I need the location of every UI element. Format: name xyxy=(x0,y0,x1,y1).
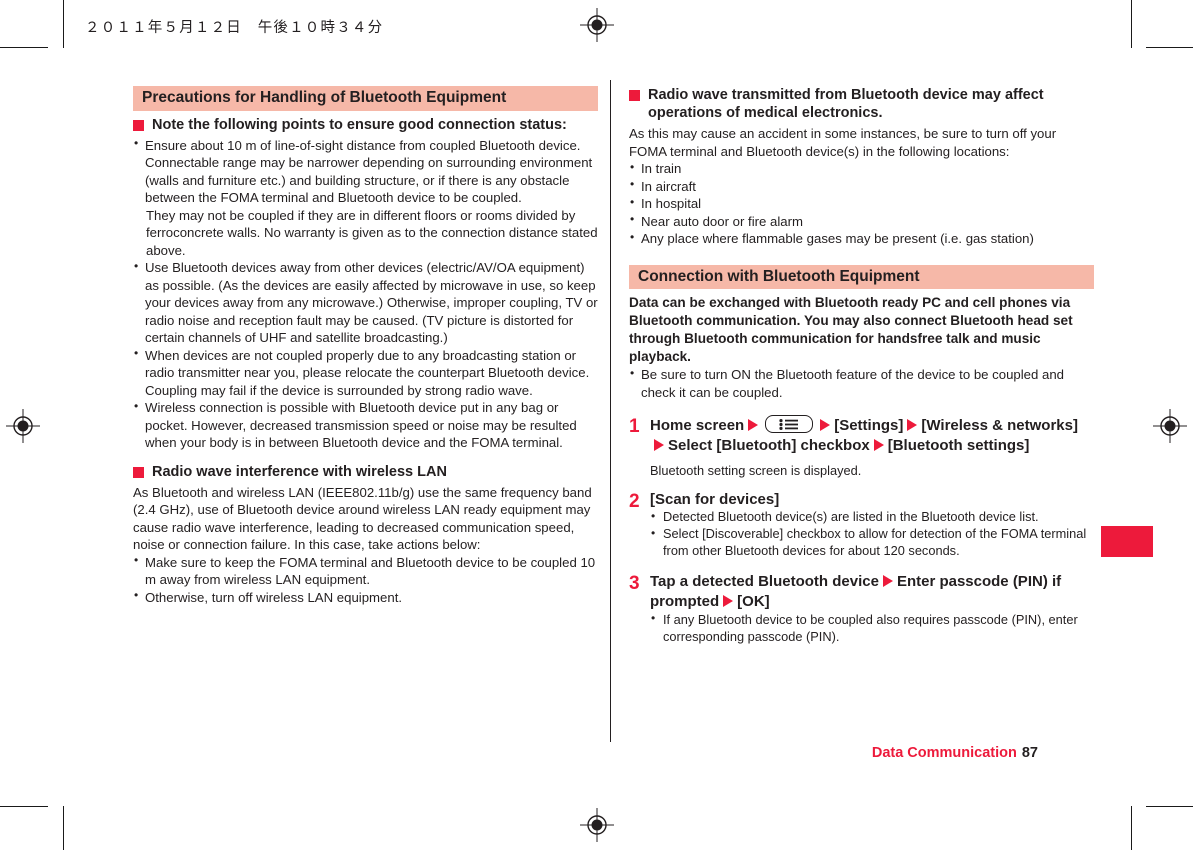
subheading-wireless-lan: Radio wave interference with wireless LA… xyxy=(133,463,598,481)
step-operation-settings: [Settings] xyxy=(834,417,904,435)
list-item: Near auto door or fire alarm xyxy=(629,212,1094,230)
step-operation-wireless-networks: [Wireless & networks] xyxy=(921,417,1078,435)
list-item: Wireless connection is possible with Blu… xyxy=(133,399,598,451)
step-note: Bluetooth setting screen is displayed. xyxy=(650,463,862,479)
right-column: Radio wave transmitted from Bluetooth de… xyxy=(629,86,1094,646)
list-item: Ensure about 10 m of line-of-sight dista… xyxy=(133,136,598,207)
footer-page-number: 87 xyxy=(1021,745,1038,761)
step-title: Home screen [Settings] [Wireless & network… xyxy=(650,415,1094,456)
arrow-icon xyxy=(873,439,884,452)
red-square-bullet-icon xyxy=(629,90,640,101)
step-operation-home-screen: Home screen xyxy=(650,417,745,435)
menu-key-icon xyxy=(765,415,814,434)
wlan-paragraph: As Bluetooth and wireless LAN (IEEE802.1… xyxy=(133,484,592,553)
step-operation-ok: [OK] xyxy=(737,593,770,611)
red-square-bullet-icon xyxy=(133,466,144,478)
step-number: 1 xyxy=(629,416,640,438)
medical-paragraph: As this may cause an accident in some in… xyxy=(629,126,1057,159)
step-body: Tap a detected Bluetooth device Enter pas… xyxy=(650,572,1094,646)
list-item: Any place where flammable gases may be p… xyxy=(629,230,1094,247)
list-item: When devices are not coupled properly du… xyxy=(133,346,598,399)
connection-intro-bullets: Be sure to turn ON the Bluetooth feature… xyxy=(629,366,1094,401)
list-item: Make sure to keep the FOMA terminal and … xyxy=(133,553,598,589)
subheading-label: Note the following points to ensure good… xyxy=(152,116,567,133)
precaution-bullet-list-2: Use Bluetooth devices away from other de… xyxy=(133,259,598,451)
subheading-medical-electronics: Radio wave transmitted from Bluetooth de… xyxy=(629,86,1094,122)
step-operation-tap-device: Tap a detected Bluetooth device xyxy=(650,573,879,591)
list-item: Otherwise, turn off wireless LAN equipme… xyxy=(133,588,598,606)
page-footer: Data Communication 87 xyxy=(872,745,1038,761)
list-item: In aircraft xyxy=(629,177,1094,195)
step-title: [Scan for devices] xyxy=(650,490,780,508)
step-operation-bluetooth-checkbox: Select [Bluetooth] checkbox xyxy=(668,437,870,455)
left-column: Precautions for Handling of Bluetooth Eq… xyxy=(133,86,598,606)
step-sub-list: If any Bluetooth device to be coupled al… xyxy=(650,611,1094,646)
list-item: In hospital xyxy=(629,195,1094,212)
arrow-icon xyxy=(654,439,664,452)
step-number: 2 xyxy=(629,490,640,512)
section-heading-connection: Connection with Bluetooth Equipment xyxy=(629,264,1094,290)
subheading-connection-status: Note the following points to ensure good… xyxy=(133,116,598,134)
list-item: Detected Bluetooth device(s) are listed … xyxy=(650,509,1094,526)
arrow-icon xyxy=(723,595,734,608)
step-body: [Scan for devices] Detected Bluetooth de… xyxy=(650,490,1094,561)
step-operation-bluetooth-settings: [Bluetooth settings] xyxy=(887,437,1030,455)
step-3: 3 Tap a detected Bluetooth device Enter p… xyxy=(629,572,1094,646)
medical-location-list: In train In aircraft In hospital Near au… xyxy=(629,160,1094,247)
step-sub-list: Detected Bluetooth device(s) are listed … xyxy=(650,509,1094,560)
step-body: Home screen [Settings] [Wireless & network… xyxy=(650,415,1094,479)
section-heading-precautions: Precautions for Handling of Bluetooth Eq… xyxy=(133,86,598,111)
list-item: Be sure to turn ON the Bluetooth feature… xyxy=(629,366,1094,401)
precaution-bullet-list: Ensure about 10 m of line-of-sight dista… xyxy=(133,136,598,207)
red-square-bullet-icon xyxy=(133,119,144,131)
footer-section-label: Data Communication xyxy=(871,745,1017,761)
step-2: 2 [Scan for devices] Detected Bluetooth … xyxy=(629,490,1094,561)
list-item: Select [Discoverable] checkbox to allow … xyxy=(650,526,1094,560)
arrow-icon xyxy=(820,419,831,432)
list-item: If any Bluetooth device to be coupled al… xyxy=(650,611,1094,646)
arrow-icon xyxy=(748,419,759,432)
subheading-label: Radio wave transmitted from Bluetooth de… xyxy=(648,87,1044,122)
list-item: Use Bluetooth devices away from other de… xyxy=(133,259,598,346)
step-title: Tap a detected Bluetooth device Enter pas… xyxy=(650,572,1094,612)
subheading-label: Radio wave interference with wireless LA… xyxy=(152,463,447,480)
wlan-bullet-list: Make sure to keep the FOMA terminal and … xyxy=(133,553,598,606)
arrow-icon xyxy=(907,419,918,432)
connection-intro-paragraph: Data can be exchanged with Bluetooth rea… xyxy=(629,295,1073,365)
page-content: Precautions for Handling of Bluetooth Eq… xyxy=(0,0,1193,850)
arrow-icon xyxy=(882,575,893,588)
bullet-continuation-text: They may not be coupled if they are in d… xyxy=(146,207,598,258)
step-number: 3 xyxy=(629,573,640,595)
step-1: 1 Home screen [Settings] [Wireless & netwo… xyxy=(629,415,1094,479)
list-item: In train xyxy=(629,160,1094,177)
